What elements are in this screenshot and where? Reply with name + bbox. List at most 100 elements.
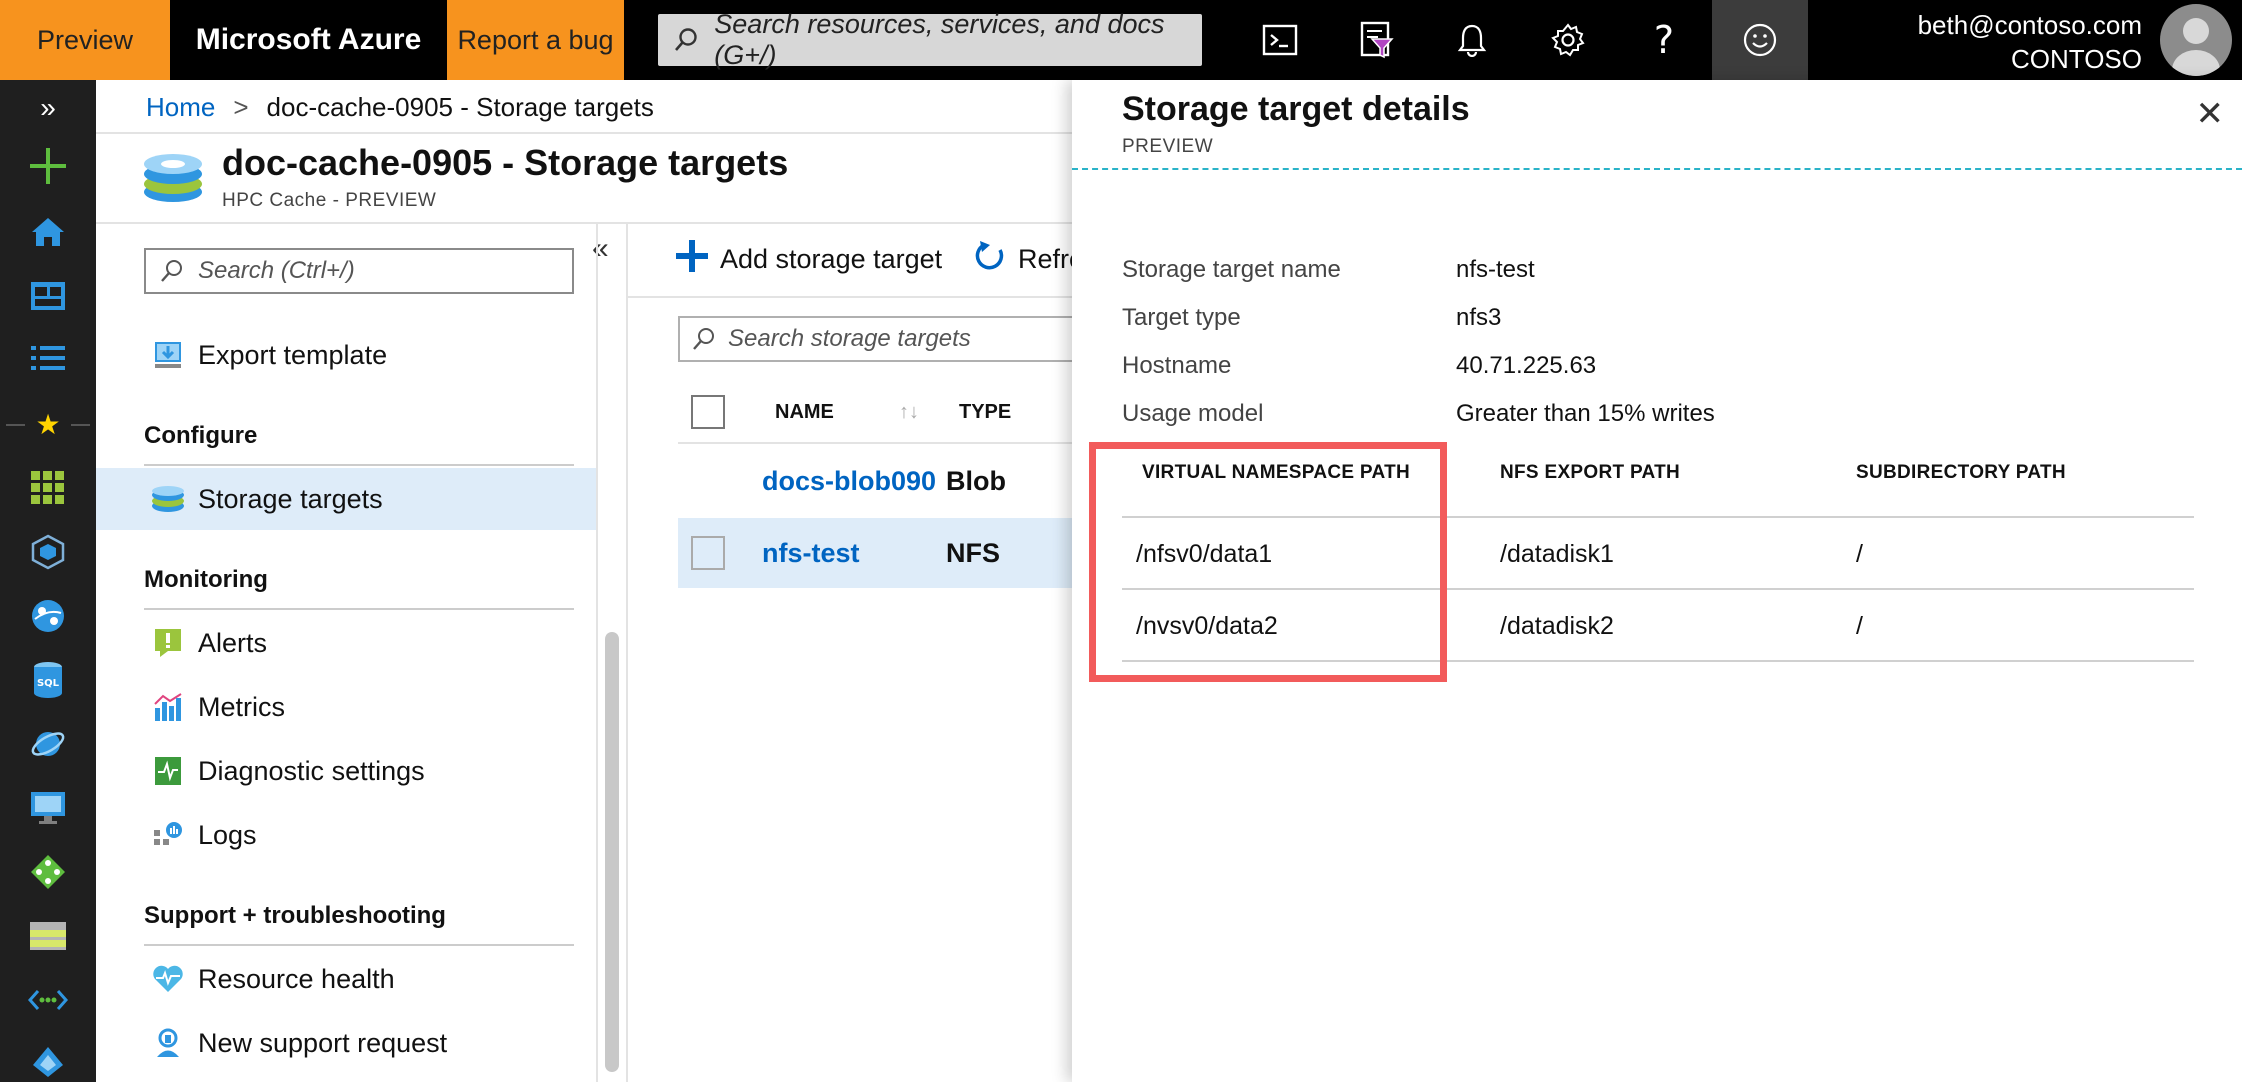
logs-icon	[144, 820, 192, 850]
menu-item-storage-targets[interactable]: Storage targets	[96, 468, 596, 530]
global-search-input[interactable]: Search resources, services, and docs (G+…	[658, 9, 1202, 70]
hpc-cache-icon	[142, 150, 204, 209]
column-header-subdirectory: SUBDIRECTORY PATH	[1856, 462, 2066, 483]
select-all-checkbox[interactable]	[691, 395, 725, 429]
menu-item-new-support-request[interactable]: New support request	[96, 1012, 596, 1074]
menu-scrollbar[interactable]	[605, 632, 619, 1072]
breadcrumb-current[interactable]: doc-cache-0905 - Storage targets	[267, 92, 654, 123]
refresh-button[interactable]: Refre	[974, 240, 1084, 279]
metrics-icon	[144, 692, 192, 722]
menu-item-logs[interactable]: Logs	[96, 804, 596, 866]
prop-label: Hostname	[1122, 352, 1232, 379]
table-header: NAME ↑↓ TYPE	[678, 382, 1098, 444]
storage-target-link[interactable]: docs-blob090	[762, 466, 946, 497]
preview-badge[interactable]: Preview	[0, 0, 170, 80]
blade-subtitle: PREVIEW	[1122, 136, 1214, 157]
report-bug-button[interactable]: Report a bug	[447, 0, 624, 80]
sort-icon[interactable]: ↑↓	[899, 401, 959, 424]
storage-accounts-icon[interactable]	[0, 906, 96, 966]
menu-item-diagnostic-settings[interactable]: Diagnostic settings	[96, 740, 596, 802]
help-icon[interactable]: ?	[1616, 0, 1712, 80]
menu-item-label: Diagnostic settings	[198, 755, 425, 786]
add-icon	[676, 240, 708, 279]
menu-group-configure: Configure	[144, 422, 258, 449]
table-row[interactable]: docs-blob090 Blob	[678, 446, 1098, 516]
menu-group-monitoring: Monitoring	[144, 566, 268, 593]
menu-item-export-template[interactable]: Export template	[96, 324, 596, 386]
home-icon[interactable]	[0, 202, 96, 262]
storage-target-search-input[interactable]: Search storage targets	[678, 316, 1098, 362]
resource-menu: Search (Ctrl+/) Export template Configur…	[96, 224, 596, 1082]
load-balancers-icon[interactable]	[0, 842, 96, 902]
user-email: beth@contoso.com	[1917, 10, 2142, 40]
menu-item-label: Resource health	[198, 963, 395, 994]
all-services-icon[interactable]	[0, 328, 96, 388]
menu-item-metrics[interactable]: Metrics	[96, 676, 596, 738]
resource-groups-icon[interactable]	[0, 522, 96, 582]
breadcrumb: Home > doc-cache-0905 - Storage targets	[146, 92, 654, 123]
favorites-star-icon[interactable]: ★	[0, 394, 96, 454]
all-resources-icon[interactable]	[0, 458, 96, 518]
create-resource-icon[interactable]	[0, 136, 96, 196]
table-row[interactable]: nfs-test NFS	[678, 518, 1098, 588]
storage-targets-icon	[144, 484, 192, 514]
account-menu[interactable]: beth@contoso.com CONTOSO	[1918, 8, 2142, 76]
virtual-networks-icon[interactable]	[0, 970, 96, 1030]
search-icon	[658, 27, 714, 53]
row-checkbox[interactable]	[691, 536, 725, 570]
diagnostic-settings-icon	[144, 756, 192, 786]
active-directory-icon[interactable]	[0, 1032, 96, 1082]
prop-label: Usage model	[1122, 400, 1264, 427]
menu-item-label: Export template	[198, 339, 388, 370]
settings-icon[interactable]	[1520, 0, 1616, 80]
page-title: doc-cache-0905 - Storage targets	[222, 142, 789, 183]
menu-item-alerts[interactable]: Alerts	[96, 612, 596, 674]
dashboard-icon[interactable]	[0, 266, 96, 326]
search-icon	[680, 327, 728, 351]
namespace-export-path: /datadisk1	[1500, 540, 1614, 568]
menu-item-label: Alerts	[198, 627, 268, 658]
content-divider	[626, 224, 628, 1082]
cloud-shell-icon[interactable]	[1232, 0, 1328, 80]
sql-database-icon[interactable]: SQL	[0, 650, 96, 710]
prop-target-type: Target type nfs3	[1122, 304, 1501, 332]
avatar[interactable]	[2160, 4, 2232, 76]
expand-menu-icon[interactable]: »	[0, 78, 96, 138]
refresh-icon	[974, 240, 1006, 279]
feedback-icon[interactable]	[1712, 0, 1808, 80]
add-storage-target-label: Add storage target	[720, 244, 943, 274]
storage-target-details-blade: Storage target details PREVIEW ✕ Storage…	[1072, 80, 2242, 1082]
prop-value: 40.71.225.63	[1456, 352, 1597, 379]
column-header-type[interactable]: TYPE	[959, 401, 1011, 424]
directory-filter-icon[interactable]	[1328, 0, 1424, 80]
user-org: CONTOSO	[2011, 44, 2142, 74]
storage-target-type: Blob	[946, 465, 1006, 496]
page-subtitle: HPC Cache - PREVIEW	[222, 190, 437, 211]
prop-label: Storage target name	[1122, 256, 1341, 283]
menu-item-label: Storage targets	[198, 483, 383, 514]
storage-target-link[interactable]: nfs-test	[762, 538, 946, 569]
namespace-subdirectory-path: /	[1856, 612, 1863, 640]
menu-item-resource-health[interactable]: Resource health	[96, 948, 596, 1010]
export-template-icon	[144, 340, 192, 370]
virtual-machines-icon[interactable]	[0, 778, 96, 838]
breadcrumb-home-link[interactable]: Home	[146, 92, 215, 123]
blade-title: Storage target details	[1122, 90, 1470, 128]
collapse-menu-button[interactable]: «	[592, 232, 609, 266]
column-header-name[interactable]: NAME	[775, 401, 899, 424]
add-storage-target-button[interactable]: Add storage target	[676, 240, 942, 279]
storage-target-search-placeholder: Search storage targets	[728, 325, 971, 352]
portal-brand[interactable]: Microsoft Azure	[170, 0, 447, 80]
prop-value: Greater than 15% writes	[1456, 400, 1715, 427]
close-icon[interactable]: ✕	[2196, 94, 2225, 134]
virtual-namespace-highlight-box	[1089, 442, 1447, 682]
notifications-icon[interactable]	[1424, 0, 1520, 80]
menu-item-label: New support request	[198, 1027, 448, 1058]
top-bar: Preview Microsoft Azure Report a bug Sea…	[0, 0, 2242, 80]
cosmos-db-icon[interactable]	[0, 714, 96, 774]
resource-menu-search-input[interactable]: Search (Ctrl+/)	[144, 248, 574, 294]
app-services-icon[interactable]	[0, 586, 96, 646]
prop-storage-target-name: Storage target name nfs-test	[1122, 256, 1535, 284]
menu-group-divider	[144, 608, 574, 610]
alerts-icon	[144, 628, 192, 658]
